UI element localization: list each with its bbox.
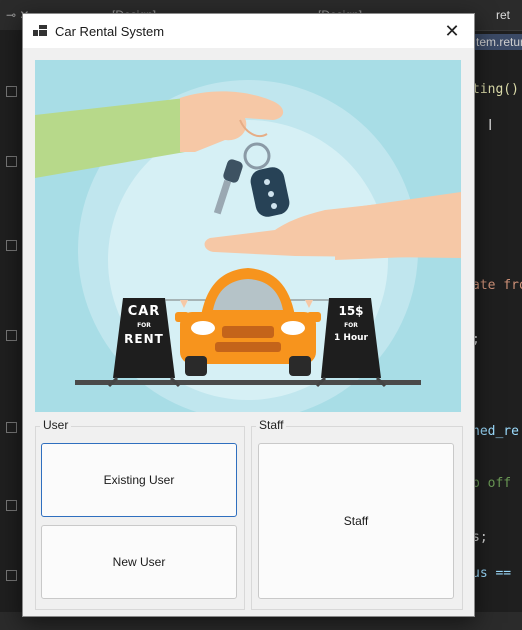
sign-text: 1 Hour xyxy=(334,333,368,343)
window-title: Car Rental System xyxy=(55,24,165,39)
code-line: us == xyxy=(472,566,512,581)
staff-group-legend: Staff xyxy=(256,418,287,432)
close-icon: ✕ xyxy=(444,20,460,41)
sign-text: RENT xyxy=(124,332,164,346)
staff-group: Staff Staff xyxy=(251,418,463,610)
ide-breadcrumb-right[interactable]: tem.return xyxy=(472,34,522,50)
sign-text: FOR xyxy=(344,322,358,329)
user-group: User Existing User New User xyxy=(35,418,245,610)
existing-user-button[interactable]: Existing User xyxy=(41,443,237,517)
car-for-rent-sign: CAR FOR RENT xyxy=(119,304,169,346)
code-line: ting() = xyxy=(472,82,522,97)
code-line: p off xyxy=(472,476,512,491)
user-group-legend: User xyxy=(40,418,72,432)
ide-tab[interactable]: ret xyxy=(496,8,510,22)
sign-text: FOR xyxy=(137,322,151,329)
code-line: ned_re xyxy=(472,424,519,439)
ide-gutter xyxy=(0,30,22,630)
code-line: ate fro xyxy=(472,278,522,293)
text-cursor-icon: I xyxy=(488,117,493,134)
app-icon xyxy=(33,25,47,36)
title-bar[interactable]: Car Rental System ✕ xyxy=(23,14,474,48)
new-user-button[interactable]: New User xyxy=(41,525,237,599)
car-rental-window: Car Rental System ✕ CAR FOR RENT 15$ FOR… xyxy=(22,13,475,617)
sign-text: 15$ xyxy=(338,304,364,318)
staff-button[interactable]: Staff xyxy=(258,443,454,599)
hero-illustration: CAR FOR RENT 15$ FOR 1 Hour xyxy=(35,60,461,412)
price-sign: 15$ FOR 1 Hour xyxy=(325,304,377,343)
sign-text: CAR xyxy=(127,304,161,319)
car-rental-illustration xyxy=(35,80,461,412)
close-button[interactable]: ✕ xyxy=(430,14,474,48)
